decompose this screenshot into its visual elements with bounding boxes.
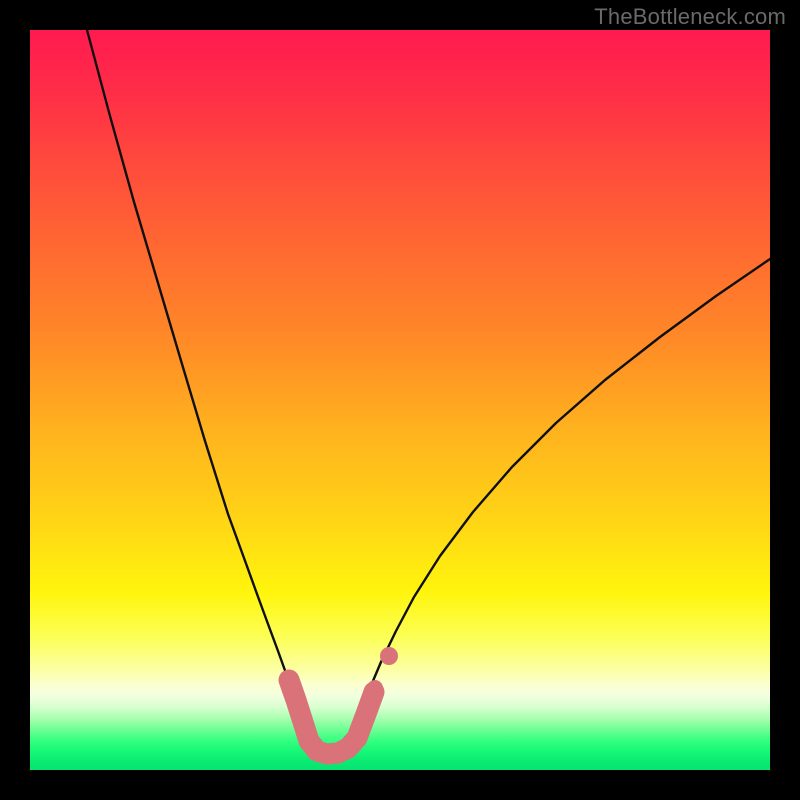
line-left-branch xyxy=(87,30,307,743)
overlay-dot xyxy=(354,719,370,735)
overlay-pink-path xyxy=(289,680,374,754)
watermark-text: TheBottleneck.com xyxy=(594,4,786,30)
plot-area xyxy=(30,30,770,770)
chart-frame: TheBottleneck.com xyxy=(0,0,800,800)
overlay-dot xyxy=(280,671,298,689)
chart-svg xyxy=(30,30,770,770)
overlay-dot xyxy=(361,698,377,714)
overlay-dot xyxy=(380,647,398,665)
overlay-dot xyxy=(367,680,383,696)
line-right-branch xyxy=(356,259,770,743)
